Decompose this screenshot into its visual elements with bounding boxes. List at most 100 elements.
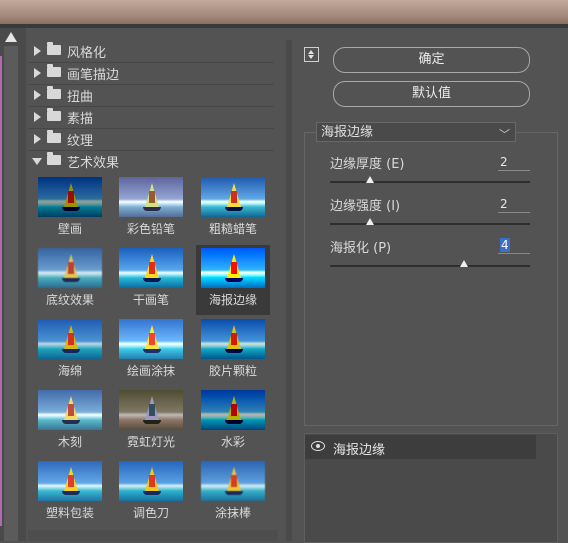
param-label: 边缘厚度 (E) <box>330 157 405 172</box>
filter-preview-image <box>119 177 183 217</box>
filter-palette-knife[interactable]: 调色刀 <box>114 458 188 528</box>
expand-arrow-icon[interactable] <box>34 46 41 56</box>
window-title-bar <box>0 0 568 28</box>
edge-thickness-input[interactable]: 2 <box>498 153 530 171</box>
filter-label: 海绵 <box>57 364 82 378</box>
effect-select-value: 海报边缘 <box>321 125 374 140</box>
collapse-gallery-icon[interactable] <box>304 47 319 62</box>
chevron-down-icon: ﹀ <box>499 128 510 141</box>
slider-knob-icon[interactable] <box>366 176 374 183</box>
eye-icon[interactable] <box>311 441 325 451</box>
filter-preview-image <box>201 461 265 501</box>
filter-preview-image <box>38 248 102 288</box>
filter-preview-image <box>119 390 183 430</box>
filter-label: 彩色铅笔 <box>126 222 175 236</box>
filter-cutout[interactable]: 木刻 <box>33 387 107 457</box>
filter-rough-pastels[interactable]: 粗糙蜡笔 <box>196 174 270 244</box>
filter-preview-image <box>201 319 265 359</box>
category-label: 画笔描边 <box>67 68 120 83</box>
filter-smudge-stick[interactable]: 涂抹棒 <box>196 458 270 528</box>
filter-label: 霓虹灯光 <box>126 435 175 449</box>
filter-preview-image <box>201 248 265 288</box>
category-label: 素描 <box>67 112 94 127</box>
category-artistic[interactable]: 艺术效果 <box>28 150 274 172</box>
filter-preview-image <box>38 461 102 501</box>
canvas-edge-line <box>0 56 2 526</box>
category-texture[interactable]: 纹理 <box>28 128 274 151</box>
expand-arrow-icon[interactable] <box>34 112 41 122</box>
filter-watercolor[interactable]: 水彩 <box>196 387 270 457</box>
effect-select[interactable]: 海报边缘 ﹀ <box>316 122 516 142</box>
category-distort[interactable]: 扭曲 <box>28 84 274 107</box>
param-label: 海报化 (P) <box>330 241 392 256</box>
category-stylize[interactable]: 风格化 <box>28 40 274 63</box>
folder-icon <box>47 64 61 77</box>
folder-icon <box>47 42 61 55</box>
folder-icon <box>47 130 61 143</box>
panel-divider <box>286 40 292 541</box>
preview-scrollbar[interactable] <box>4 46 18 541</box>
canvas-preview-edge <box>0 28 26 541</box>
filter-sponge[interactable]: 海绵 <box>33 316 107 386</box>
filter-label: 壁画 <box>57 222 82 236</box>
effect-layer-row[interactable]: 海报边缘 <box>305 435 536 459</box>
slider-knob-icon[interactable] <box>460 260 468 267</box>
filter-label: 海报边缘 <box>208 293 257 307</box>
filter-label: 塑料包装 <box>45 506 94 520</box>
filter-gallery-tree: 风格化 画笔描边 扭曲 素描 纹理 艺术效果 壁画 彩色铅笔 粗糙蜡笔 底纹效果… <box>28 40 276 520</box>
ok-button[interactable]: 确定 <box>333 47 530 73</box>
filter-paint-daubs[interactable]: 绘画涂抹 <box>114 316 188 386</box>
filter-colored-pencil[interactable]: 彩色铅笔 <box>114 174 188 244</box>
edge-intensity-slider[interactable] <box>330 223 530 225</box>
gallery-bottom-scroll[interactable] <box>28 530 278 541</box>
category-sketch[interactable]: 素描 <box>28 106 274 129</box>
edge-thickness-slider[interactable] <box>330 181 530 183</box>
filter-label: 绘画涂抹 <box>126 364 175 378</box>
scroll-up-arrow-icon[interactable] <box>5 32 17 42</box>
collapse-arrow-icon[interactable] <box>32 158 42 165</box>
filter-preview-image <box>38 177 102 217</box>
posterization-input[interactable]: 4 <box>498 236 530 254</box>
posterization-value: 4 <box>500 238 510 252</box>
slider-knob-icon[interactable] <box>366 218 374 225</box>
filter-underpainting[interactable]: 底纹效果 <box>33 245 107 315</box>
category-label: 风格化 <box>67 46 107 61</box>
edge-intensity-input[interactable]: 2 <box>498 195 530 213</box>
folder-icon <box>47 86 61 99</box>
filter-label: 干画笔 <box>132 293 169 307</box>
filter-label: 调色刀 <box>132 506 169 520</box>
filter-label: 木刻 <box>57 435 82 449</box>
filter-label: 粗糙蜡笔 <box>208 222 257 236</box>
folder-icon <box>47 108 61 121</box>
filter-film-grain[interactable]: 胶片颗粒 <box>196 316 270 386</box>
filter-label: 底纹效果 <box>45 293 94 307</box>
filter-neon-glow[interactable]: 霓虹灯光 <box>114 387 188 457</box>
category-brush-strokes[interactable]: 画笔描边 <box>28 62 274 85</box>
filter-preview-image <box>38 390 102 430</box>
expand-arrow-icon[interactable] <box>34 90 41 100</box>
filter-preview-image <box>201 177 265 217</box>
filter-settings-panel <box>304 132 558 426</box>
filter-preview-image <box>201 390 265 430</box>
filter-label: 胶片颗粒 <box>208 364 257 378</box>
layer-label: 海报边缘 <box>333 443 386 458</box>
param-label: 边缘强度 (I) <box>330 199 401 214</box>
default-button[interactable]: 默认值 <box>333 81 530 107</box>
filter-preview-image <box>119 319 183 359</box>
filter-dry-brush[interactable]: 干画笔 <box>114 245 188 315</box>
category-label: 纹理 <box>67 134 94 149</box>
category-label: 扭曲 <box>67 90 94 105</box>
folder-open-icon <box>47 152 61 165</box>
expand-arrow-icon[interactable] <box>34 134 41 144</box>
filter-poster-edges[interactable]: 海报边缘 <box>196 245 270 315</box>
expand-arrow-icon[interactable] <box>34 68 41 78</box>
filter-label: 水彩 <box>220 435 245 449</box>
filter-preview-image <box>119 248 183 288</box>
posterization-slider[interactable] <box>330 265 530 267</box>
filter-preview-image <box>38 319 102 359</box>
filter-fresco[interactable]: 壁画 <box>33 174 107 244</box>
filter-preview-image <box>119 461 183 501</box>
category-label: 艺术效果 <box>67 156 120 171</box>
filter-label: 涂抹棒 <box>214 506 251 520</box>
filter-plastic-wrap[interactable]: 塑料包装 <box>33 458 107 528</box>
